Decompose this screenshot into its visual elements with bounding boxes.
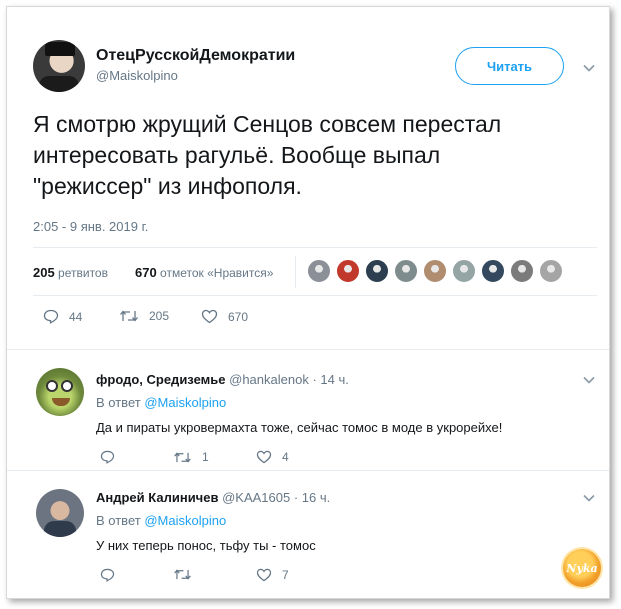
reply-age[interactable]: · 16 ч. [294, 490, 330, 505]
liker-avatar[interactable] [336, 259, 360, 283]
like-count: 7 [282, 568, 289, 582]
like-action[interactable]: 670 [201, 309, 248, 324]
reply-to: В ответ @Maiskolpino [96, 395, 226, 410]
reply-age[interactable]: · 14 ч. [312, 372, 348, 387]
liker-avatar[interactable] [452, 259, 476, 283]
tweet-text-line: Я смотрю жрущий Сенцов совсем перестал [33, 111, 502, 137]
site-watermark-logo: Nyka [563, 549, 601, 587]
tweet-timestamp[interactable]: 2:05 - 9 янв. 2019 г. [33, 219, 148, 234]
retweets-stat[interactable]: 205 ретвитов [33, 265, 108, 280]
reply-to: В ответ @Maiskolpino [96, 513, 226, 528]
retweet-count: 205 [149, 309, 170, 323]
like-count: 4 [282, 450, 289, 464]
likes-count: 670 [135, 265, 157, 280]
tweet-stats: 205 ретвитов 670 отметок «Нравится» [33, 247, 597, 296]
liker-avatar[interactable] [510, 259, 534, 283]
like-icon [256, 450, 272, 464]
reply-actions: 1 4 [96, 450, 356, 468]
like-action[interactable]: 7 [256, 568, 289, 582]
retweet-icon [174, 569, 191, 580]
reply-author-name[interactable]: Андрей Калиничев [96, 490, 218, 505]
like-icon [201, 309, 218, 324]
chevron-down-icon[interactable] [583, 494, 595, 502]
reply-icon [100, 450, 115, 464]
reply-avatar[interactable] [36, 368, 84, 416]
reply-actions: 7 [96, 568, 356, 586]
retweet-action[interactable]: 205 [119, 309, 169, 323]
retweet-action[interactable] [173, 568, 202, 581]
tweet-card: ОтецРусскойДемократии @Maiskolpino Читат… [6, 6, 610, 599]
reply-icon [100, 568, 115, 582]
liker-avatar[interactable] [394, 259, 418, 283]
like-count: 670 [228, 309, 249, 324]
reply-action[interactable]: 44 [43, 309, 82, 324]
liker-avatar[interactable] [539, 259, 563, 283]
likes-stat[interactable]: 670 отметок «Нравится» [135, 265, 273, 280]
reply-author-handle[interactable]: @KAA1605 [222, 490, 290, 505]
reply-text: У них теперь понос, тьфу ты - томос [96, 538, 316, 553]
tweet-text: Я смотрю жрущий Сенцов совсем перестал и… [33, 109, 603, 202]
tweet-actions: 44 205 670 [33, 309, 333, 329]
reply-to-mention[interactable]: @Maiskolpino [144, 513, 226, 528]
reply-tweet[interactable]: фродо, Средиземье @hankalenok · 14 ч. В … [7, 349, 609, 470]
reply-author-handle[interactable]: @hankalenok [229, 372, 309, 387]
reply-action[interactable] [100, 450, 125, 464]
reply-to-mention[interactable]: @Maiskolpino [144, 395, 226, 410]
liker-avatar[interactable] [307, 259, 331, 283]
liker-avatar[interactable] [423, 259, 447, 283]
likes-label: отметок «Нравится» [160, 266, 274, 280]
liker-avatar[interactable] [365, 259, 389, 283]
main-tweet: ОтецРусскойДемократии @Maiskolpino Читат… [7, 7, 609, 347]
retweets-label: ретвитов [58, 266, 108, 280]
reply-header: Андрей Калиничев @KAA1605 · 16 ч. [96, 490, 330, 505]
chevron-down-icon[interactable] [583, 376, 595, 384]
author-avatar[interactable] [33, 40, 85, 92]
chevron-down-icon[interactable] [583, 64, 595, 72]
reply-header: фродо, Средиземье @hankalenok · 14 ч. [96, 372, 349, 387]
reply-count: 44 [69, 309, 83, 324]
reply-to-label: В ответ [96, 395, 141, 410]
author-handle[interactable]: @Maiskolpino [96, 68, 178, 83]
retweet-icon [120, 310, 138, 322]
author-name[interactable]: ОтецРусскойДемократии [96, 47, 295, 65]
tweet-text-line: интересовать рагульё. Вообще выпал [33, 142, 441, 168]
retweet-action[interactable]: 1 [173, 450, 209, 464]
reply-text: Да и пираты укровермахта тоже, сейчас то… [96, 420, 503, 435]
reply-author-name[interactable]: фродо, Средиземье [96, 372, 226, 387]
reply-to-label: В ответ [96, 513, 141, 528]
like-action[interactable]: 4 [256, 450, 289, 464]
liker-avatar[interactable] [481, 259, 505, 283]
like-icon [256, 568, 272, 582]
reply-action[interactable] [100, 568, 125, 582]
stats-divider [295, 256, 296, 288]
reply-icon [43, 309, 59, 324]
reply-tweet[interactable]: Андрей Калиничев @KAA1605 · 16 ч. В отве… [7, 470, 609, 598]
reply-avatar[interactable] [36, 489, 84, 537]
tweet-text-line: "режиссер" из инфополя. [33, 173, 302, 199]
retweet-icon [174, 451, 191, 463]
retweet-count: 1 [202, 450, 209, 464]
retweets-count: 205 [33, 265, 55, 280]
follow-button[interactable]: Читать [455, 47, 564, 85]
